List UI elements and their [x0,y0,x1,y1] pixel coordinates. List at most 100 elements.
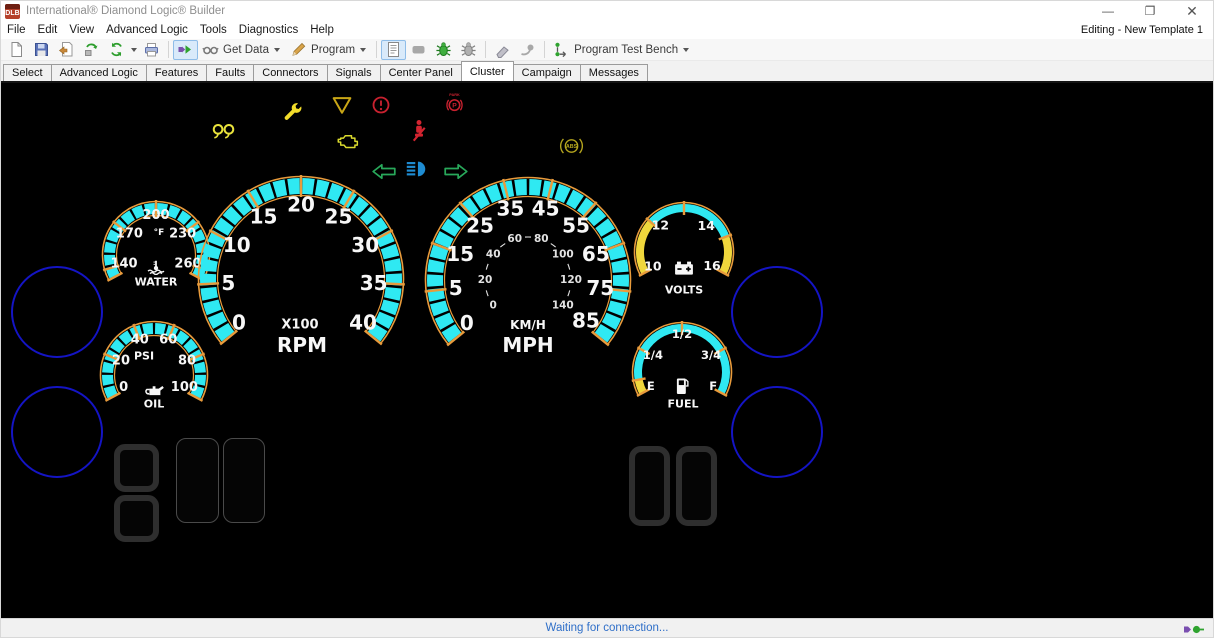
seat-belt-lamp [411,119,427,142]
refresh-button[interactable] [104,40,129,60]
service-lamp [282,101,303,122]
svg-text:12: 12 [652,217,669,232]
test-bench-icon [553,41,570,58]
park-brake-lamp [445,92,464,115]
svg-text:35: 35 [360,271,388,295]
menu-advanced-logic[interactable]: Advanced Logic [100,24,194,36]
tab-faults[interactable]: Faults [206,64,254,81]
program-dropdown-caret [360,48,366,52]
svg-text:75: 75 [586,276,614,300]
program-label: Program [311,44,355,56]
connect-button[interactable] [173,40,198,60]
tachometer-gauge: 0510152025303540X100RPM [186,164,416,394]
cluster-view: 140170200230260°FWATER020406080100PSIOIL… [1,83,1213,618]
close-button[interactable]: ✕ [1171,1,1213,21]
plug-gray-icon [519,41,536,58]
svg-text:0: 0 [232,310,246,334]
turn-right-lamp [443,162,469,181]
panel-button[interactable] [406,40,431,60]
display-slot [223,438,265,523]
toolbar-separator [485,41,486,58]
abs-lamp [558,136,585,156]
minimize-button[interactable]: — [1087,1,1129,21]
switch-slot [114,444,159,492]
svg-text:1/4: 1/4 [643,348,663,362]
svg-text:5: 5 [449,276,463,300]
check-in-button[interactable] [79,40,104,60]
svg-text:60: 60 [159,332,177,347]
svg-text:40: 40 [131,332,149,347]
speedometer-gauge: 051525354555657585020406080100120140KM/H… [413,165,643,395]
svg-text:200: 200 [142,208,169,223]
view-report-button[interactable] [381,40,406,60]
maximize-button[interactable]: ❐ [1129,1,1171,21]
svg-text:OIL: OIL [144,398,164,411]
svg-text:FUEL: FUEL [668,398,699,411]
open-template-button[interactable] [54,40,79,60]
oil-icon [146,386,164,395]
toolbar-separator [168,41,169,58]
tab-messages[interactable]: Messages [580,64,648,81]
fuel-icon [677,379,688,394]
svg-text:140: 140 [552,299,574,311]
open-template-icon [58,41,75,58]
menu-tools[interactable]: Tools [194,24,233,36]
svg-text:45: 45 [532,196,560,220]
svg-text:140: 140 [110,257,137,272]
svg-text:E: E [647,379,655,393]
print-button[interactable] [139,40,164,60]
svg-text:3/4: 3/4 [701,348,721,362]
menu-file[interactable]: File [1,24,32,36]
tab-features[interactable]: Features [146,64,207,81]
new-template-button[interactable] [4,40,29,60]
svg-text:RPM: RPM [277,333,327,357]
disconnect-button[interactable] [515,40,540,60]
refresh-dropdown-caret[interactable] [131,48,137,52]
report-icon [385,41,402,58]
statusbar: Waiting for connection... [1,618,1213,638]
save-button[interactable] [29,40,54,60]
glasses-icon [202,41,219,58]
svg-text:10: 10 [223,233,251,257]
svg-text:170: 170 [116,227,143,242]
svg-text:40: 40 [486,249,501,261]
connection-status-icon [1183,623,1205,636]
svg-text:0: 0 [119,380,128,395]
warning-triangle-lamp [331,95,353,115]
turn-left-lamp [371,162,397,181]
stop-lamp [371,95,391,115]
tab-connectors[interactable]: Connectors [253,64,327,81]
svg-text:F: F [709,379,717,393]
menu-edit[interactable]: Edit [32,24,64,36]
tab-campaign[interactable]: Campaign [513,64,581,81]
svg-text:KM/H: KM/H [510,318,546,332]
menu-view[interactable]: View [63,24,100,36]
eraser-icon [494,41,511,58]
tab-signals[interactable]: Signals [327,64,381,81]
svg-text:WATER: WATER [135,276,178,289]
debug-off-button[interactable] [456,40,481,60]
menu-diagnostics[interactable]: Diagnostics [233,24,304,36]
erase-button[interactable] [490,40,515,60]
editing-status-label: Editing - New Template 1 [1081,24,1213,36]
pencil-icon [290,41,307,58]
program-test-bench-button[interactable]: Program Test Bench [549,40,695,60]
toolbar-separator [376,41,377,58]
tab-advanced-logic[interactable]: Advanced Logic [51,64,147,81]
high-beam-lamp [405,160,430,178]
tab-cluster[interactable]: Cluster [461,61,514,81]
empty-gauge-ring [731,386,823,478]
tab-center-panel[interactable]: Center Panel [380,64,462,81]
new-document-icon [8,41,25,58]
debug-on-button[interactable] [431,40,456,60]
save-icon [33,41,50,58]
svg-text:15: 15 [250,205,278,229]
svg-text:X100: X100 [281,318,318,333]
coolant-icon [148,261,164,275]
tab-select[interactable]: Select [3,64,52,81]
get-data-button[interactable]: Get Data [198,40,286,60]
svg-text:25: 25 [325,205,353,229]
program-button[interactable]: Program [286,40,372,60]
svg-text:1/2: 1/2 [672,327,692,341]
menu-help[interactable]: Help [304,24,340,36]
